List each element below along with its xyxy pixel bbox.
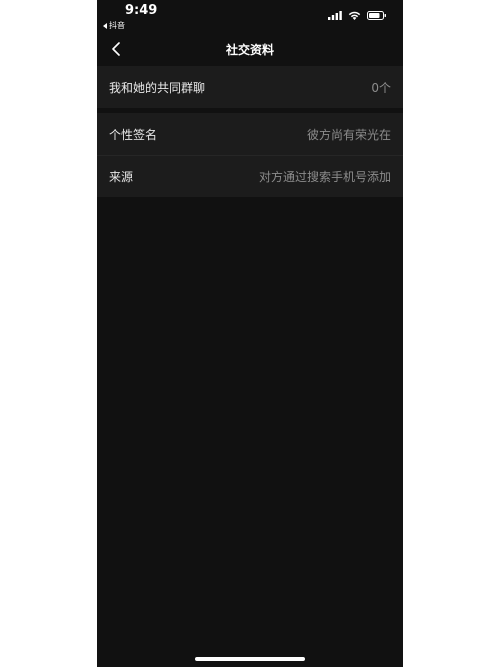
row-value: 0个: [371, 80, 391, 95]
page-title: 社交资料: [225, 43, 274, 57]
battery-icon: [367, 11, 386, 20]
profile-info-section: 个性签名 彼方尚有荣光在 来源 对方通过搜索手机号添加: [97, 113, 403, 197]
back-app-label: 抖音: [109, 21, 125, 30]
home-indicator[interactable]: [195, 657, 305, 661]
source-row[interactable]: 来源 对方通过搜索手机号添加: [97, 155, 403, 197]
row-label: 我和她的共同群聊: [109, 80, 206, 95]
status-icons: [328, 11, 387, 20]
back-triangle-icon: [103, 22, 107, 29]
common-groups-section: 我和她的共同群聊 0个: [97, 66, 403, 108]
navigation-bar: 社交资料: [97, 34, 403, 64]
cellular-signal-icon: [328, 11, 342, 20]
row-label: 来源: [109, 170, 134, 184]
back-to-app-link[interactable]: 抖音: [103, 20, 125, 31]
status-time: 9:49: [125, 3, 158, 18]
status-bar: 9:49 抖音: [97, 0, 403, 34]
common-groups-row[interactable]: 我和她的共同群聊 0个: [97, 66, 403, 108]
row-value: 彼方尚有荣光在: [306, 127, 391, 142]
row-value: 对方通过搜索手机号添加: [258, 170, 391, 184]
wifi-icon: [348, 11, 361, 20]
signature-row[interactable]: 个性签名 彼方尚有荣光在: [97, 113, 403, 155]
row-label: 个性签名: [109, 127, 158, 142]
phone-screen: 9:49 抖音 社交资料 我和她的共同群聊 0个 个性签名 彼方尚有荣光在 来源…: [97, 0, 403, 667]
